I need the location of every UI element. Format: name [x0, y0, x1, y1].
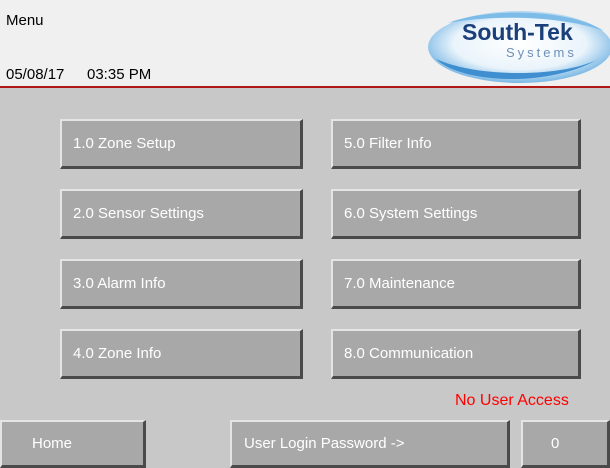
maintenance-button[interactable]: 7.0 Maintenance [331, 259, 581, 309]
alarm-info-label: 3.0 Alarm Info [73, 275, 166, 292]
communication-label: 8.0 Communication [344, 345, 474, 362]
logo-wordmark: South-Tek [462, 19, 573, 45]
logo-subtitle: Systems [506, 45, 577, 60]
password-field[interactable]: 0 [521, 420, 610, 468]
home-label: Home [32, 435, 73, 452]
user-login-button[interactable]: User Login Password -> [230, 420, 510, 468]
maintenance-label: 7.0 Maintenance [344, 275, 455, 292]
filter-info-button[interactable]: 5.0 Filter Info [331, 119, 581, 169]
screen-title: Menu [6, 12, 44, 29]
sensor-settings-label: 2.0 Sensor Settings [73, 205, 204, 222]
date-display: 05/08/17 [6, 66, 65, 83]
time-display: 03:35 PM [87, 66, 152, 83]
zone-info-label: 4.0 Zone Info [73, 345, 162, 362]
system-settings-label: 6.0 System Settings [344, 205, 478, 222]
sensor-settings-button[interactable]: 2.0 Sensor Settings [60, 189, 303, 239]
user-login-label: User Login Password -> [244, 435, 405, 452]
home-button[interactable]: Home [0, 420, 146, 468]
header-bar: Menu 05/08/17 03:35 PM South-Tek Systems [0, 0, 610, 86]
filter-info-label: 5.0 Filter Info [344, 135, 432, 152]
header-divider [0, 86, 610, 88]
password-value: 0 [551, 435, 560, 452]
south-tek-logo: South-Tek Systems [420, 7, 610, 87]
zone-setup-button[interactable]: 1.0 Zone Setup [60, 119, 303, 169]
system-settings-button[interactable]: 6.0 System Settings [331, 189, 581, 239]
communication-button[interactable]: 8.0 Communication [331, 329, 581, 379]
alarm-info-button[interactable]: 3.0 Alarm Info [60, 259, 303, 309]
zone-setup-label: 1.0 Zone Setup [73, 135, 176, 152]
zone-info-button[interactable]: 4.0 Zone Info [60, 329, 303, 379]
access-status-text: No User Access [455, 392, 569, 409]
